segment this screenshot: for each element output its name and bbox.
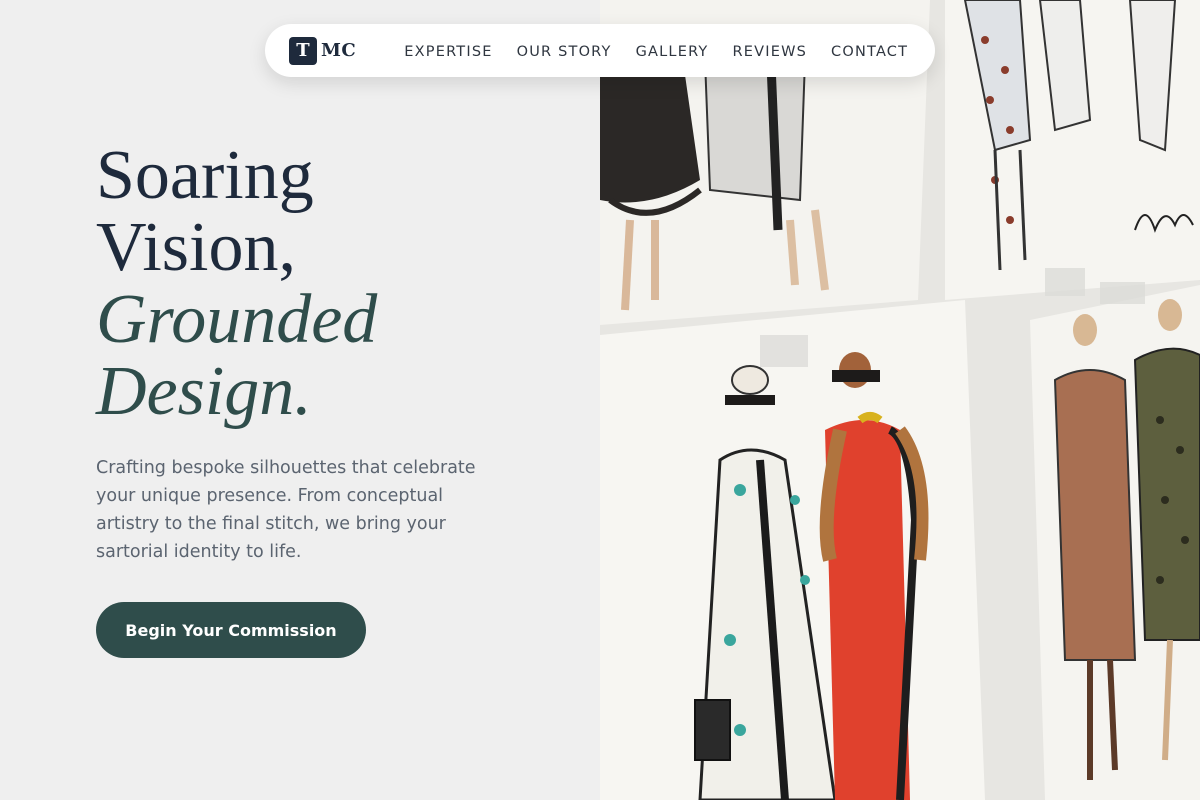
begin-commission-button[interactable]: Begin Your Commission [96, 602, 366, 658]
hero-image [600, 0, 1200, 800]
headline-line-1: Soaring [96, 137, 314, 214]
headline-line-2: Vision, [96, 209, 296, 286]
hero-headline: Soaring Vision, Grounded Design. [96, 140, 566, 428]
hero-description: Crafting bespoke silhouettes that celebr… [96, 458, 476, 562]
brand-logo-text: MC [321, 40, 357, 61]
top-navigation: T MC EXPERTISE OUR STORY GALLERY REVIEWS… [265, 24, 935, 77]
brand-logo-mark: T [289, 36, 317, 65]
hero-content: Soaring Vision, Grounded Design. Craftin… [96, 140, 566, 658]
headline-line-4: Design. [96, 353, 312, 430]
brand-logo[interactable]: T MC [289, 36, 357, 65]
headline-line-3: Grounded [96, 281, 378, 358]
nav-link-gallery[interactable]: GALLERY [636, 44, 709, 60]
nav-link-contact[interactable]: CONTACT [831, 44, 908, 60]
nav-link-our-story[interactable]: OUR STORY [517, 44, 612, 60]
nav-link-expertise[interactable]: EXPERTISE [404, 44, 492, 60]
nav-links: EXPERTISE OUR STORY GALLERY REVIEWS CONT… [404, 41, 908, 60]
nav-link-reviews[interactable]: REVIEWS [732, 44, 807, 60]
fashion-sketches-illustration [600, 0, 1200, 800]
